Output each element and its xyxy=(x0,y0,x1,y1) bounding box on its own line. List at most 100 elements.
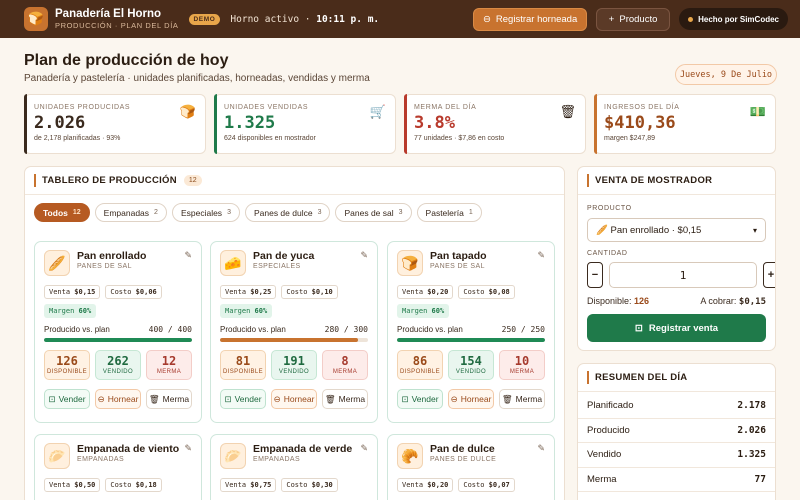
product-card: 🥐 Pan de dulce PANES DE DULCE ✎ Venta $0… xyxy=(387,434,555,500)
brand-name: Panadería El Horno xyxy=(55,8,162,20)
oven-status: Horno activo · 10:11 p. m. xyxy=(230,13,380,25)
chevron-down-icon: ▾ xyxy=(752,225,757,235)
filter-especiales[interactable]: Especiales 3 xyxy=(171,203,240,222)
baguette-icon: 🥖 xyxy=(44,250,70,276)
bake-button[interactable]: ⊖ Hornear xyxy=(271,389,317,409)
quantity-stepper: − 1 + xyxy=(587,262,775,288)
decrement-button[interactable]: − xyxy=(587,262,603,288)
cost-tag: Costo $0,07 xyxy=(458,478,515,492)
page-title: Plan de producción de hoy xyxy=(24,52,229,69)
demo-badge: DEMO xyxy=(188,13,221,25)
kpi-value: $410,36 xyxy=(604,113,676,133)
product-select[interactable]: 🥖 Pan enrollado · $0,15 ▾ xyxy=(587,218,766,242)
sell-button[interactable]: ⊡ Vender xyxy=(220,389,266,409)
brand: Panadería El Horno PRODUCCIÓN · PLAN DEL… xyxy=(55,8,179,30)
progress-value: 280 / 300 xyxy=(324,325,368,334)
edit-icon[interactable]: ✎ xyxy=(360,443,368,454)
edit-icon[interactable]: ✎ xyxy=(537,443,545,454)
waste-button[interactable]: 🗑 Merma xyxy=(322,389,368,409)
kpi-value: 3.8% xyxy=(414,113,455,133)
product-category: PANES DE SAL xyxy=(430,263,485,270)
price-tag: Venta $0,75 xyxy=(220,478,277,492)
waste-button[interactable]: 🗑 Merma xyxy=(499,389,545,409)
edit-icon[interactable]: ✎ xyxy=(184,443,192,454)
waste-button[interactable]: 🗑 Merma xyxy=(146,389,192,409)
dot-icon xyxy=(688,16,694,22)
kpi-produced: UNIDADES PRODUCIDAS 2.026 de 2,178 plani… xyxy=(24,94,206,154)
filter-pasteleria[interactable]: Pastelería 1 xyxy=(416,203,482,222)
board-header: TABLERO DE PRODUCCIÓN 12 xyxy=(25,167,564,195)
progress-bar xyxy=(220,338,368,342)
oven-icon: ⊖ xyxy=(97,393,105,404)
price-tag: Venta $0,20 xyxy=(397,285,454,299)
stat-waste: 12 MERMA xyxy=(146,350,192,380)
progress-row: Producido vs. plan 280 / 300 xyxy=(220,325,368,334)
progress-bar xyxy=(44,338,192,342)
sell-button[interactable]: ⊡ Vender xyxy=(397,389,443,409)
board-title: TABLERO DE PRODUCCIÓN xyxy=(42,175,177,186)
kpi-sold: UNIDADES VENDIDAS 1.325 624 disponibles … xyxy=(214,94,396,154)
product-field-label: PRODUCTO xyxy=(587,205,632,212)
cost-tag: Costo $0,08 xyxy=(458,285,515,299)
progress-value: 400 / 400 xyxy=(148,325,192,334)
sale-title: VENTA DE MOSTRADOR xyxy=(595,175,713,186)
product-name: Pan de yuca xyxy=(253,250,315,262)
page-subtitle: Panadería y pastelería · unidades planif… xyxy=(24,73,370,84)
kpi-value: 1.325 xyxy=(224,113,276,133)
stat-sold: 154 VENDIDO xyxy=(448,350,494,380)
trash-icon: 🗑 xyxy=(559,104,576,119)
bake-button[interactable]: ⊖ Hornear xyxy=(448,389,494,409)
edit-icon[interactable]: ✎ xyxy=(184,250,192,261)
summary-title: RESUMEN DEL DÍA xyxy=(595,372,688,383)
receipt-icon: ⊡ xyxy=(634,322,643,334)
clock: 10:11 p. m. xyxy=(316,13,380,25)
empanada-icon: 🥟 xyxy=(44,443,70,469)
filter-panes-dulce[interactable]: Panes de dulce 3 xyxy=(244,203,331,222)
increment-button[interactable]: + xyxy=(763,262,775,288)
oven-icon: ⊖ xyxy=(450,393,458,404)
product-category: EMPANADAS xyxy=(77,456,125,463)
sell-button[interactable]: ⊡ Vender xyxy=(44,389,90,409)
product-category: ESPECIALES xyxy=(253,263,301,270)
price-tag: Venta $0,25 xyxy=(220,285,277,299)
add-product-button[interactable]: + Producto xyxy=(596,7,671,31)
bake-button[interactable]: ⊖ Hornear xyxy=(95,389,141,409)
empanada-icon: 🥟 xyxy=(220,443,246,469)
cost-tag: Costo $0,10 xyxy=(281,285,338,299)
stat-available: 126 DISPONIBLE xyxy=(44,350,90,380)
kpi-waste: MERMA DEL DÍA 3.8% 77 unidades · $7,86 e… xyxy=(404,94,586,154)
filter-all[interactable]: Todos 12 xyxy=(34,203,90,222)
production-board: TABLERO DE PRODUCCIÓN 12 Todos 12 Empanad… xyxy=(24,166,565,500)
margin-tag: Margen 60% xyxy=(220,304,273,318)
filter-panes-sal[interactable]: Panes de sal 3 xyxy=(335,203,412,222)
progress-row: Producido vs. plan 400 / 400 xyxy=(44,325,192,334)
summary-row: Producido 2.026 xyxy=(578,419,775,443)
day-summary-panel: RESUMEN DEL DÍA Planificado 2.178 Produci… xyxy=(577,363,776,500)
register-batch-button[interactable]: ⊖ Registrar horneada xyxy=(473,7,588,31)
product-category: PANES DE DULCE xyxy=(430,456,497,463)
qty-field-label: CANTIDAD xyxy=(587,250,628,257)
quantity-input[interactable]: 1 xyxy=(609,262,757,288)
stat-sold: 262 VENDIDO xyxy=(95,350,141,380)
product-card: 🥟 Empanada de viento EMPANADAS ✎ Venta $… xyxy=(34,434,202,500)
trash-icon: 🗑 xyxy=(324,393,336,404)
money-icon: 💵 xyxy=(749,104,766,119)
kpi-revenue: INGRESOS DEL DÍA $410,36 margen $247,89 … xyxy=(594,94,776,154)
receipt-icon: ⊡ xyxy=(48,393,56,404)
product-name: Empanada de verde xyxy=(253,443,353,455)
cost-tag: Costo $0,18 xyxy=(105,478,162,492)
baguette-icon: 🥖 xyxy=(596,224,608,236)
edit-icon[interactable]: ✎ xyxy=(537,250,545,261)
register-sale-button[interactable]: ⊡ Registrar venta xyxy=(587,314,766,342)
price-tag: Venta $0,15 xyxy=(44,285,101,299)
cost-tag: Costo $0,06 xyxy=(105,285,162,299)
summary-row: Planificado 2.178 xyxy=(578,394,775,419)
edit-icon[interactable]: ✎ xyxy=(360,250,368,261)
made-by-badge[interactable]: Hecho por SimCodec xyxy=(679,8,788,30)
product-name: Pan enrollado xyxy=(77,250,147,262)
product-card: 🧀 Pan de yuca ESPECIALES ✎ Venta $0,25 C… xyxy=(210,241,378,423)
price-tag: Venta $0,20 xyxy=(397,478,454,492)
product-category: EMPANADAS xyxy=(253,456,301,463)
filter-empanadas[interactable]: Empanadas 2 xyxy=(94,203,167,222)
bread-icon: 🍞 xyxy=(179,104,196,119)
